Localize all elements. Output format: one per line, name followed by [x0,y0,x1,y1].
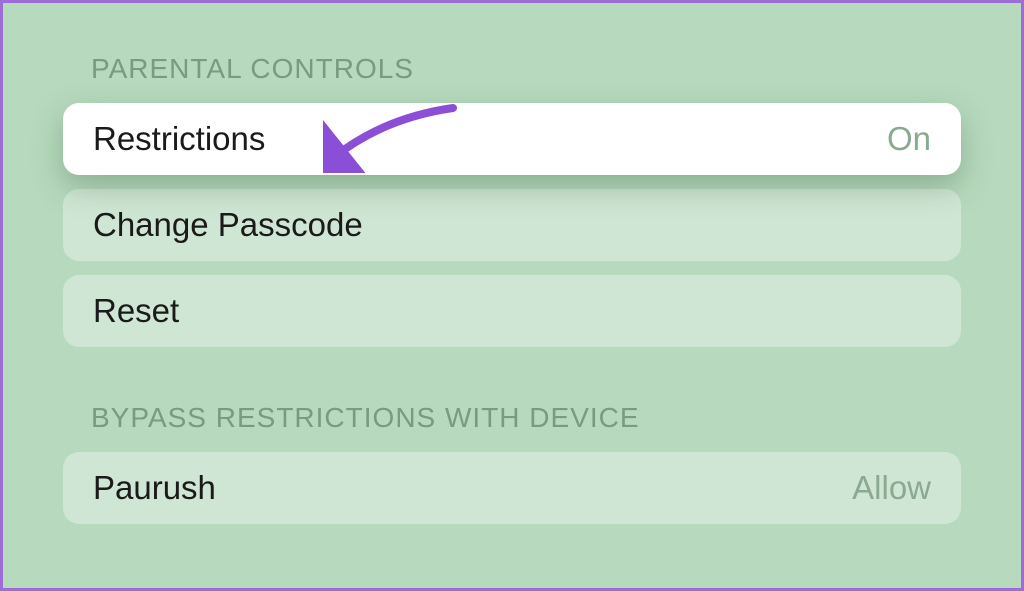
row-device-value: Allow [852,469,931,507]
row-device-label: Paurush [93,469,216,507]
row-change-passcode[interactable]: Change Passcode [63,189,961,261]
row-restrictions-label: Restrictions [93,120,265,158]
section-header-bypass: BYPASS RESTRICTIONS WITH DEVICE [91,402,961,434]
section-bypass: BYPASS RESTRICTIONS WITH DEVICE Paurush … [63,402,961,524]
section-header-parental: PARENTAL CONTROLS [91,53,961,85]
row-device-bypass[interactable]: Paurush Allow [63,452,961,524]
row-group-bypass: Paurush Allow [63,452,961,524]
row-reset-label: Reset [93,292,179,330]
settings-panel: PARENTAL CONTROLS Restrictions On Change… [3,3,1021,524]
row-restrictions-value: On [887,120,931,158]
row-restrictions[interactable]: Restrictions On [63,103,961,175]
row-group-parental: Restrictions On Change Passcode Reset [63,103,961,347]
row-reset[interactable]: Reset [63,275,961,347]
section-parental-controls: PARENTAL CONTROLS Restrictions On Change… [63,53,961,347]
row-change-passcode-label: Change Passcode [93,206,363,244]
